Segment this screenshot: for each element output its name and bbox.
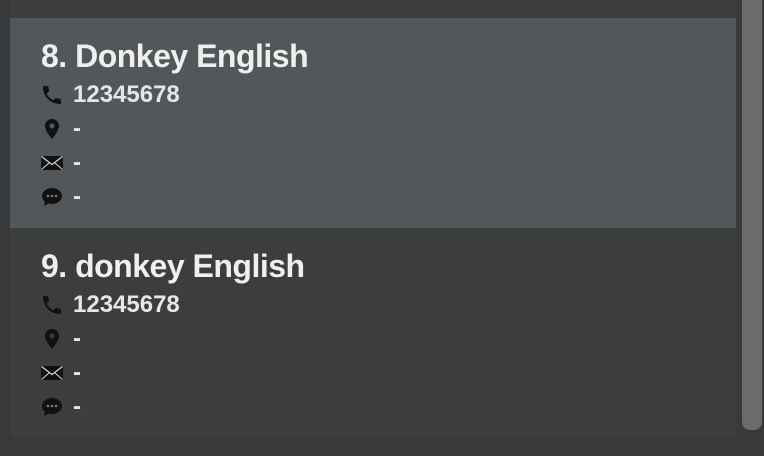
remark-field: - [39,182,81,212]
speech-bubble-icon [39,394,65,420]
phone-field: 12345678 [39,290,180,320]
phone-field: 12345678 [39,80,180,110]
envelope-icon [39,360,65,386]
contact-name: 9. donkey English [41,248,305,284]
location-pin-icon [39,326,65,352]
remark-value: - [73,393,81,420]
email-field: - [39,148,81,178]
list-item-previous-partial[interactable] [10,0,736,18]
phone-icon [39,292,65,318]
speech-bubble-icon [39,184,65,210]
address-field: - [39,114,81,144]
address-field: - [39,324,81,354]
envelope-icon [39,150,65,176]
remark-value: - [73,183,81,210]
address-value: - [73,325,81,352]
email-field: - [39,358,81,388]
scrollbar-thumb[interactable] [742,0,762,430]
phone-icon [39,82,65,108]
phone-value: 12345678 [73,291,180,318]
contact-list-panel: 8. Donkey English 12345678 - - - 9. donk… [0,0,764,456]
address-value: - [73,115,81,142]
remark-field: - [39,392,81,422]
location-pin-icon [39,116,65,142]
contact-list[interactable]: 8. Donkey English 12345678 - - - 9. donk… [10,0,736,438]
list-item[interactable]: 8. Donkey English 12345678 - - - [10,18,736,228]
phone-value: 12345678 [73,81,180,108]
list-item[interactable]: 9. donkey English 12345678 - - - [10,228,736,438]
contact-name: 8. Donkey English [41,38,309,74]
email-value: - [73,149,81,176]
email-value: - [73,359,81,386]
